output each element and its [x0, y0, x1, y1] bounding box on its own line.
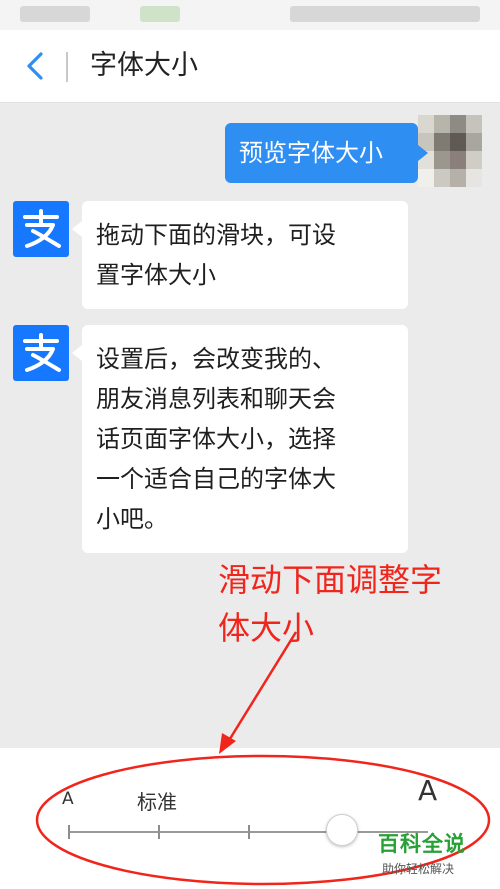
watermark-title: 百科全说 — [378, 832, 466, 856]
annotation-arrow — [219, 631, 298, 754]
watermark-subtitle: 助你轻松解决 — [382, 862, 455, 876]
watermark: 百科全说 助你轻松解决 — [374, 826, 494, 886]
